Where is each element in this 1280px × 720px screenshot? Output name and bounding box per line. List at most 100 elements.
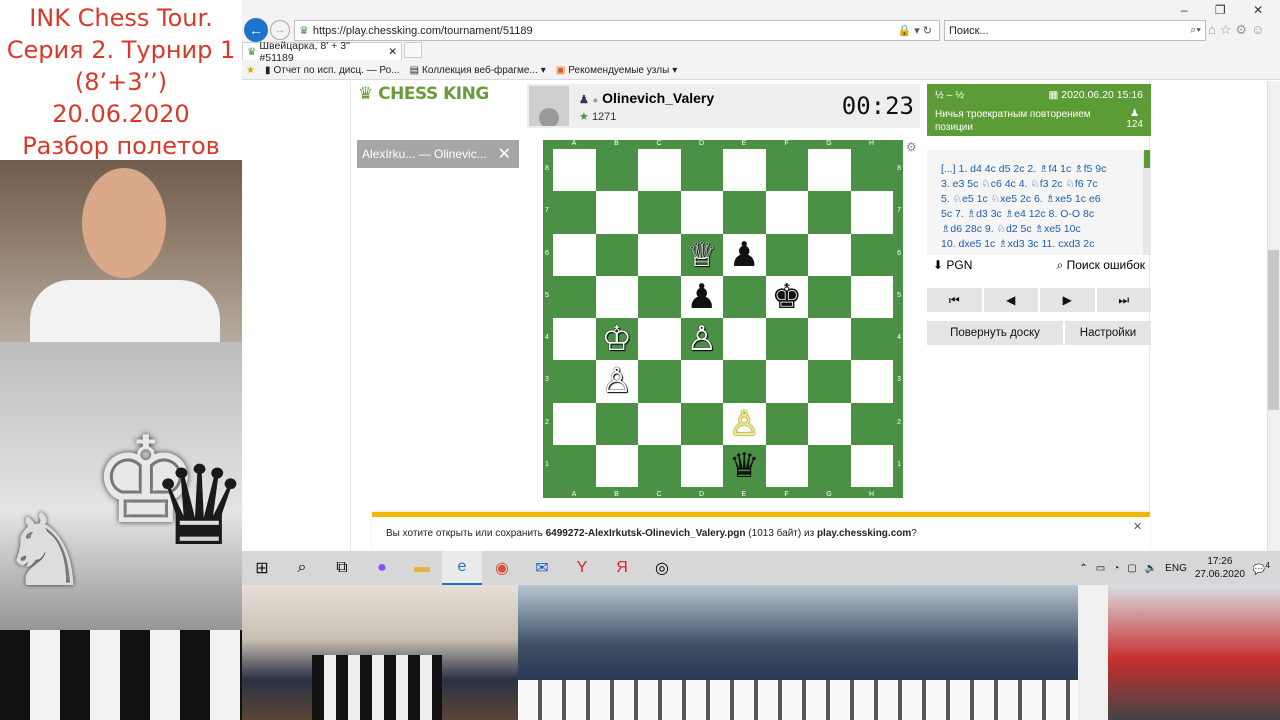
toolbar-icons[interactable]: ⌂☆⚙☺ xyxy=(1208,22,1278,38)
square-d7[interactable] xyxy=(680,191,723,234)
chess-king-logo[interactable]: ♛ CHESS KING ◀ xyxy=(358,84,538,104)
square-g8[interactable] xyxy=(808,149,851,192)
square-b6[interactable] xyxy=(595,233,638,276)
first-move-button[interactable]: ⏮ xyxy=(927,288,982,312)
favorite-item[interactable]: ▣ Рекомендуемые узлы ▾ xyxy=(556,65,677,76)
chevron-up-icon[interactable]: ⌃ xyxy=(1079,563,1087,574)
square-a2[interactable] xyxy=(553,402,596,445)
outlook-icon[interactable]: ✉ xyxy=(522,551,562,585)
pgn-download-button[interactable]: ⬇ PGN xyxy=(933,258,972,278)
close-button[interactable]: ✕ xyxy=(1253,3,1263,17)
yandex-icon[interactable]: Y xyxy=(562,551,602,585)
yandex-browser-icon[interactable]: Я xyxy=(602,551,642,585)
square-g5[interactable] xyxy=(808,275,851,318)
square-e3[interactable] xyxy=(723,360,766,403)
square-e7[interactable] xyxy=(723,191,766,234)
square-c6[interactable] xyxy=(638,233,681,276)
battery-icon[interactable]: ▭ xyxy=(1096,563,1105,574)
piece-d4[interactable]: ♙ xyxy=(687,322,717,356)
square-h8[interactable] xyxy=(850,149,893,192)
file-explorer-icon[interactable]: ▬ xyxy=(402,551,442,585)
square-d8[interactable] xyxy=(680,149,723,192)
square-e1[interactable]: ♛ xyxy=(723,444,766,487)
square-c7[interactable] xyxy=(638,191,681,234)
square-a7[interactable] xyxy=(553,191,596,234)
move-line[interactable]: 3. e3 5c ♘c6 4c 4. ♘f3 2c ♘f6 7c xyxy=(941,177,1151,192)
square-b8[interactable] xyxy=(595,149,638,192)
search-icon[interactable]: ⌕ xyxy=(282,551,322,585)
search-input[interactable]: Поиск... ⌕▾ xyxy=(944,20,1206,41)
square-f1[interactable] xyxy=(765,444,808,487)
scrollbar-thumb[interactable] xyxy=(1268,250,1279,410)
chess-board[interactable]: ♕ ♟ ♟ ♚ ♔ ♙ ♙ ♙ ♛ xyxy=(553,149,893,487)
square-d3[interactable] xyxy=(680,360,723,403)
square-a8[interactable] xyxy=(553,149,596,192)
error-search-button[interactable]: ⌕ Поиск ошибок xyxy=(1057,258,1145,278)
player-name-row[interactable]: ♟ ● Olinevich_Valery xyxy=(579,90,714,106)
square-g1[interactable] xyxy=(808,444,851,487)
new-tab-button[interactable] xyxy=(404,42,422,58)
restore-button[interactable]: ❐ xyxy=(1215,3,1226,17)
square-h2[interactable] xyxy=(850,402,893,445)
square-a5[interactable] xyxy=(553,275,596,318)
square-a1[interactable] xyxy=(553,444,596,487)
address-actions-icon[interactable]: 🔒▾↻ xyxy=(898,24,935,37)
square-f5[interactable]: ♚ xyxy=(765,275,808,318)
square-d1[interactable] xyxy=(680,444,723,487)
square-e8[interactable] xyxy=(723,149,766,192)
settings-button[interactable]: Настройки xyxy=(1065,321,1151,345)
tab-close-icon[interactable]: ✕ xyxy=(388,46,397,58)
move-list-scroll-thumb[interactable] xyxy=(1144,150,1150,168)
favorite-item[interactable]: ▮ Отчет по исп. дисц. — Ро... xyxy=(265,65,400,76)
piece-e2[interactable]: ♙ xyxy=(729,407,759,441)
obs-icon[interactable]: ◎ xyxy=(642,551,682,585)
square-a4[interactable] xyxy=(553,318,596,361)
volume-icon[interactable]: 🔈 xyxy=(1145,563,1157,574)
square-d6[interactable]: ♕ xyxy=(680,233,723,276)
message-icon[interactable]: ▢ xyxy=(1127,563,1136,574)
square-f2[interactable] xyxy=(765,402,808,445)
square-c5[interactable] xyxy=(638,275,681,318)
square-c8[interactable] xyxy=(638,149,681,192)
square-h3[interactable] xyxy=(850,360,893,403)
square-g3[interactable] xyxy=(808,360,851,403)
windows-start-icon[interactable]: ⊞ xyxy=(242,551,282,585)
square-e6[interactable]: ♟ xyxy=(723,233,766,276)
last-move-button[interactable]: ⏭ xyxy=(1096,288,1151,312)
download-close-icon[interactable]: ✕ xyxy=(1133,520,1142,533)
square-f7[interactable] xyxy=(765,191,808,234)
square-c3[interactable] xyxy=(638,360,681,403)
edge-browser-icon[interactable]: e xyxy=(442,551,482,585)
square-a3[interactable] xyxy=(553,360,596,403)
square-g7[interactable] xyxy=(808,191,851,234)
square-h1[interactable] xyxy=(850,444,893,487)
flip-board-button[interactable]: Повернуть доску xyxy=(927,321,1063,345)
square-f8[interactable] xyxy=(765,149,808,192)
move-line[interactable]: ♗d6 28c 9. ♘d2 5c ♗xe5 10c xyxy=(941,222,1151,237)
task-view-icon[interactable]: ⧉ xyxy=(322,551,362,585)
system-clock[interactable]: 17:26 27.06.2020 xyxy=(1195,555,1245,581)
close-icon[interactable]: ✕ xyxy=(498,144,511,164)
favorite-item[interactable]: ▤ Коллекция веб-фрагме... ▾ xyxy=(410,65,546,76)
notifications-icon[interactable]: 💬4 xyxy=(1253,560,1270,575)
cortana-icon[interactable]: ● xyxy=(362,551,402,585)
move-list[interactable]: [...] 1. d4 4c d5 2c 2. ♗f4 1c ♗f5 9c 3.… xyxy=(927,150,1151,255)
square-c1[interactable] xyxy=(638,444,681,487)
language-indicator[interactable]: ENG xyxy=(1165,563,1187,574)
square-e5[interactable] xyxy=(723,275,766,318)
browser-tab[interactable]: ♛ Швейцарка, 8' + 3'' #51189 ✕ xyxy=(242,40,402,64)
square-b3[interactable]: ♙ xyxy=(595,360,638,403)
move-line[interactable]: 10. dxe5 1c ♗xd3 3c 11. cxd3 2c xyxy=(941,237,1151,252)
square-h7[interactable] xyxy=(850,191,893,234)
square-e4[interactable] xyxy=(723,318,766,361)
square-f4[interactable] xyxy=(765,318,808,361)
piece-b3[interactable]: ♙ xyxy=(602,364,632,398)
minimize-button[interactable]: – xyxy=(1181,3,1188,17)
prev-move-button[interactable]: ◀ xyxy=(983,288,1038,312)
address-bar[interactable]: ♛ https://play.chessking.com/tournament/… xyxy=(294,20,940,41)
move-line[interactable]: 5c 7. ♗d3 3c ♗e4 12c 8. O-O 8c xyxy=(941,207,1151,222)
square-c4[interactable] xyxy=(638,318,681,361)
chrome-icon[interactable]: ◉ xyxy=(482,551,522,585)
favorites-star-icon[interactable]: ★ xyxy=(246,65,255,76)
piece-f5[interactable]: ♚ xyxy=(772,280,802,314)
